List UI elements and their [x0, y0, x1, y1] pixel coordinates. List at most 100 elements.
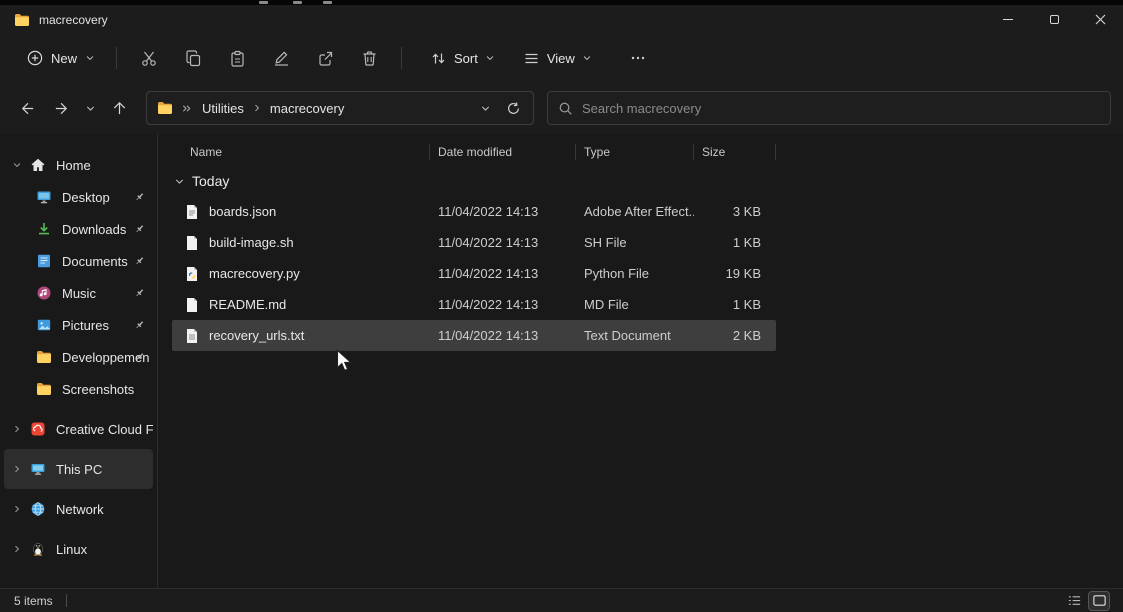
cut-button[interactable] — [127, 40, 171, 76]
sidebar-item-label: Home — [56, 158, 91, 173]
arrow-right-icon — [53, 100, 70, 117]
sidebar-item-pictures[interactable]: Pictures — [4, 309, 153, 341]
new-button[interactable]: New — [16, 42, 106, 74]
copy-button[interactable] — [171, 40, 215, 76]
share-button[interactable] — [303, 40, 347, 76]
file-explorer-window: macrecovery New — [0, 0, 1123, 612]
address-bar[interactable]: Utilities macrecovery — [146, 91, 534, 125]
sliver-glyph — [323, 1, 332, 4]
column-header-date-modified[interactable]: Date modified — [430, 144, 576, 160]
sidebar-item-label: Downloads — [62, 222, 126, 237]
file-row-boards-json[interactable]: boards.json 11/04/2022 14:13 Adobe After… — [172, 196, 776, 227]
toolbar-divider — [116, 47, 117, 69]
file-row-macrecovery-py[interactable]: macrecovery.py 11/04/2022 14:13 Python F… — [172, 258, 776, 289]
view-toggle-group — [1064, 592, 1109, 610]
sidebar-item-developpement[interactable]: Developpemen — [4, 341, 153, 373]
navigation-bar: Utilities macrecovery — [0, 82, 1123, 134]
file-name: recovery_urls.txt — [209, 328, 304, 343]
maximize-button[interactable] — [1031, 5, 1077, 34]
forward-button[interactable] — [44, 92, 78, 124]
sidebar-item-label: Documents — [62, 254, 128, 269]
sidebar-item-music[interactable]: Music — [4, 277, 153, 309]
sidebar-item-desktop[interactable]: Desktop — [4, 181, 153, 213]
file-type: Python File — [576, 266, 694, 281]
minimize-button[interactable] — [985, 5, 1031, 34]
pin-icon — [134, 352, 145, 363]
file-name: README.md — [209, 297, 286, 312]
sort-button-label: Sort — [454, 51, 478, 66]
breadcrumb-macrecovery[interactable]: macrecovery — [264, 97, 350, 120]
copy-icon — [184, 49, 203, 68]
refresh-button[interactable] — [499, 94, 527, 122]
item-count: 5 items — [14, 594, 53, 608]
rename-button[interactable] — [259, 40, 303, 76]
window-title: macrecovery — [39, 13, 108, 27]
file-row-readme-md[interactable]: README.md 11/04/2022 14:13 MD File 1 KB — [172, 289, 776, 320]
minimize-icon — [1003, 19, 1013, 20]
sidebar-item-home[interactable]: Home — [4, 149, 153, 181]
recent-locations-button[interactable] — [78, 92, 102, 124]
more-options-button[interactable] — [616, 40, 660, 76]
documents-icon — [36, 253, 52, 269]
search-input[interactable] — [582, 101, 1100, 116]
pictures-icon — [36, 317, 52, 333]
column-header-name[interactable]: Name — [172, 144, 430, 160]
sidebar-item-label: Music — [62, 286, 96, 301]
thumbnail-view-icon — [1092, 593, 1107, 608]
chevron-right-icon — [12, 504, 30, 514]
plus-circle-icon — [27, 50, 43, 66]
column-header-size[interactable]: Size — [694, 144, 776, 160]
sort-button[interactable]: Sort — [420, 42, 505, 75]
file-row-recovery-urls-txt[interactable]: recovery_urls.txt 11/04/2022 14:13 Text … — [172, 320, 776, 351]
address-dropdown-button[interactable] — [471, 94, 499, 122]
arrow-left-icon — [19, 100, 36, 117]
sidebar-item-label: Desktop — [62, 190, 110, 205]
view-icon — [523, 50, 540, 67]
chevron-down-icon — [480, 103, 491, 114]
sliver-glyph — [293, 1, 302, 4]
group-header-today[interactable]: Today — [172, 166, 1123, 196]
file-date: 11/04/2022 14:13 — [430, 235, 576, 250]
arrow-up-icon — [111, 100, 128, 117]
sidebar-item-linux[interactable]: Linux — [4, 529, 153, 569]
column-headers: Name Date modified Type Size — [172, 138, 1123, 166]
up-button[interactable] — [102, 92, 136, 124]
paste-icon — [228, 49, 247, 68]
file-row-build-image-sh[interactable]: build-image.sh 11/04/2022 14:13 SH File … — [172, 227, 776, 258]
thumbnail-view-button[interactable] — [1089, 592, 1109, 610]
paste-button[interactable] — [215, 40, 259, 76]
sidebar-item-this-pc[interactable]: This PC — [4, 449, 153, 489]
ellipsis-icon — [629, 49, 647, 67]
details-view-button[interactable] — [1064, 592, 1084, 610]
view-button-label: View — [547, 51, 575, 66]
sidebar-item-label: Network — [56, 502, 104, 517]
sidebar-item-network[interactable]: Network — [4, 489, 153, 529]
column-header-label: Type — [584, 145, 610, 159]
search-icon — [558, 101, 573, 116]
view-button[interactable]: View — [513, 42, 602, 75]
rename-icon — [272, 49, 291, 68]
sidebar-item-documents[interactable]: Documents — [4, 245, 153, 277]
delete-button[interactable] — [347, 40, 391, 76]
chevron-right-icon — [12, 424, 30, 434]
chevron-down-icon — [174, 176, 185, 187]
home-icon — [30, 157, 46, 173]
folder-icon — [14, 12, 30, 28]
close-button[interactable] — [1077, 5, 1123, 34]
pin-icon — [134, 224, 145, 235]
chevron-double-right-icon — [181, 103, 192, 114]
breadcrumb-utilities[interactable]: Utilities — [196, 97, 250, 120]
sidebar-item-downloads[interactable]: Downloads — [4, 213, 153, 245]
chevron-right-icon — [252, 103, 262, 113]
chevron-down-icon — [85, 103, 96, 114]
sidebar-item-screenshots[interactable]: Screenshots — [4, 373, 153, 405]
file-size: 1 KB — [694, 297, 776, 312]
column-header-type[interactable]: Type — [576, 144, 694, 160]
new-button-label: New — [51, 51, 77, 66]
sidebar-item-creative-cloud-files[interactable]: Creative Cloud Files — [4, 409, 153, 449]
sidebar: Home Desktop Downloads Documents Music — [0, 134, 158, 588]
details-view-icon — [1067, 593, 1082, 608]
back-button[interactable] — [10, 92, 44, 124]
file-date: 11/04/2022 14:13 — [430, 297, 576, 312]
file-size: 1 KB — [694, 235, 776, 250]
